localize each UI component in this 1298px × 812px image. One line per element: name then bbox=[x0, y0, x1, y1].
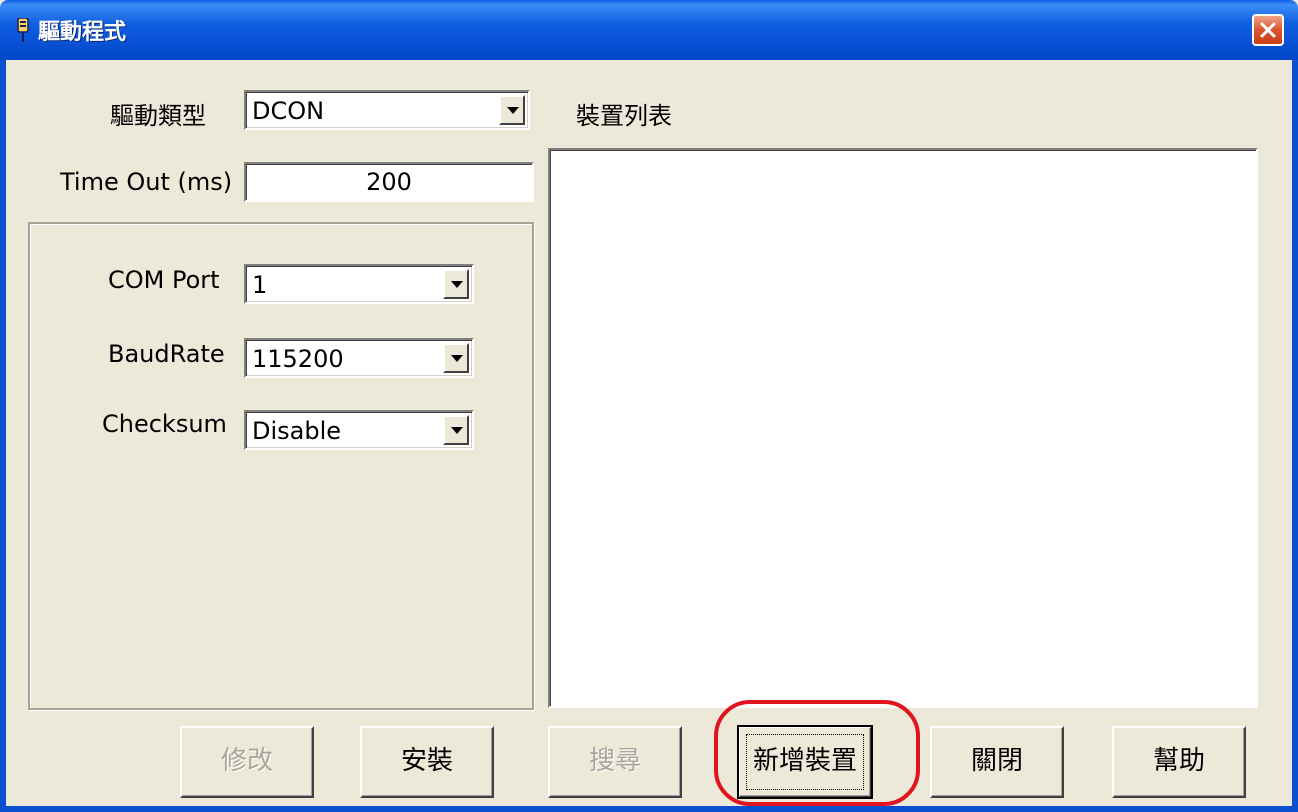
close-icon bbox=[1260, 22, 1276, 38]
baudrate-value: 115200 bbox=[252, 345, 344, 373]
baudrate-label: BaudRate bbox=[108, 340, 225, 368]
title-bar: 驅動程式 bbox=[0, 0, 1298, 60]
chevron-down-icon[interactable] bbox=[443, 343, 469, 373]
chevron-down-icon[interactable] bbox=[443, 269, 469, 299]
driver-type-label: 驅動類型 bbox=[110, 102, 206, 130]
com-port-select[interactable]: 1 bbox=[244, 264, 474, 304]
help-button[interactable]: 幫助 bbox=[1112, 726, 1246, 798]
driver-type-select[interactable]: DCON bbox=[244, 90, 530, 130]
close-button[interactable]: 關閉 bbox=[930, 726, 1064, 798]
com-port-value: 1 bbox=[252, 271, 268, 299]
close-window-button[interactable] bbox=[1252, 14, 1284, 46]
driver-type-value: DCON bbox=[252, 97, 325, 125]
chevron-down-icon[interactable] bbox=[499, 95, 525, 125]
device-list[interactable] bbox=[548, 148, 1258, 708]
checksum-label: Checksum bbox=[102, 410, 227, 438]
highlight-circle bbox=[714, 700, 920, 806]
driver-plug-icon bbox=[17, 18, 29, 42]
install-button[interactable]: 安裝 bbox=[360, 726, 494, 798]
chevron-down-icon[interactable] bbox=[443, 415, 469, 445]
search-button[interactable]: 搜尋 bbox=[548, 726, 682, 798]
window-frame-left bbox=[0, 60, 6, 812]
window-frame-right bbox=[1292, 60, 1298, 812]
window-title: 驅動程式 bbox=[38, 20, 127, 45]
timeout-input[interactable]: 200 bbox=[244, 162, 534, 202]
device-list-label: 裝置列表 bbox=[576, 102, 672, 130]
modify-button[interactable]: 修改 bbox=[180, 726, 314, 798]
window-frame-bottom bbox=[0, 806, 1298, 812]
baudrate-select[interactable]: 115200 bbox=[244, 338, 474, 378]
com-port-label: COM Port bbox=[108, 266, 220, 294]
checksum-select[interactable]: Disable bbox=[244, 410, 474, 450]
checksum-value: Disable bbox=[252, 417, 342, 445]
timeout-label: Time Out (ms) bbox=[60, 168, 233, 196]
